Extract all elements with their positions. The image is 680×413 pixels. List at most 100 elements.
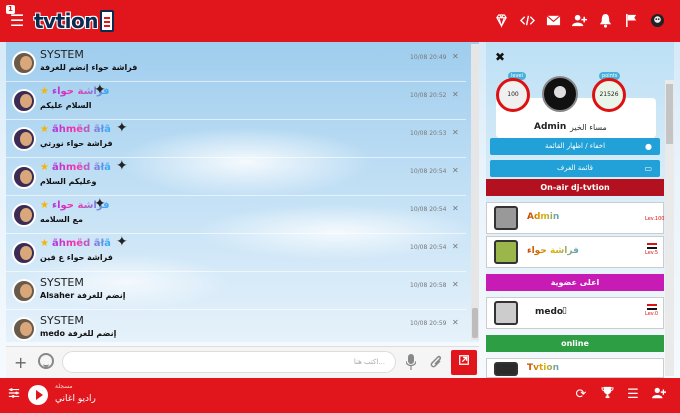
- flag-icon: [647, 243, 657, 249]
- list-icon[interactable]: ☰: [620, 386, 646, 404]
- message-username[interactable]: SYSTEM: [40, 276, 84, 289]
- refresh-icon[interactable]: ⟳: [568, 386, 594, 404]
- user-name: Tvtion: [527, 363, 559, 373]
- emoji-icon[interactable]: [38, 353, 54, 369]
- message-time: 10/08 20:49: [410, 54, 447, 61]
- scrollbar-thumb[interactable]: [472, 308, 478, 338]
- logo-text: tvtion: [34, 9, 99, 33]
- delete-icon[interactable]: ✕: [452, 52, 459, 61]
- wings-icon: ✦: [116, 234, 128, 250]
- wings-icon: ✦: [94, 82, 106, 98]
- onair-user-card[interactable]: فراشة حواء Lev.5: [486, 236, 664, 268]
- user-icon: ●: [645, 142, 652, 151]
- user-rank: Lev.0: [645, 311, 659, 317]
- message-username[interactable]: SYSTEM: [40, 48, 84, 61]
- avatar[interactable]: [12, 203, 36, 227]
- user-rank: Lev.5: [645, 250, 659, 256]
- online-user-card[interactable]: Tvtion: [486, 358, 664, 378]
- message-text: فراشة حواء ع فين: [40, 253, 113, 262]
- message-time: 10/08 20:54: [410, 206, 447, 213]
- message-text: medo إنضم للغرفة: [40, 329, 117, 338]
- bell-icon[interactable]: [592, 11, 618, 31]
- chat-message: SYSTEM فراشة حواء إنضم للغرفة 10/08 20:4…: [6, 44, 466, 82]
- send-button[interactable]: [451, 350, 477, 375]
- delete-icon[interactable]: ✕: [452, 318, 459, 327]
- profile-avatar[interactable]: [542, 76, 578, 112]
- delete-icon[interactable]: ✕: [452, 128, 459, 137]
- code-icon[interactable]: [514, 11, 540, 31]
- mobile-icon: ▯: [562, 306, 567, 316]
- panel-scrollbar[interactable]: [665, 80, 674, 376]
- chat-scrollbar[interactable]: [471, 44, 479, 340]
- chat-message: ★ ãhmëd ãłã ✦ فراشة حواء نورتي 10/08 20:…: [6, 120, 466, 158]
- message-text: مع السلامه: [40, 215, 83, 224]
- play-button[interactable]: [28, 385, 48, 405]
- logo: tvtion: [34, 9, 114, 33]
- avatar[interactable]: [12, 165, 36, 189]
- flag-icon: [647, 304, 657, 310]
- message-text: Alsaher إنضم للغرفة: [40, 291, 126, 300]
- rooms-list-label: قائمة الغرف: [556, 164, 594, 172]
- profile-greeting: مساء الخير: [570, 123, 607, 132]
- trophy-icon[interactable]: [594, 386, 620, 404]
- close-icon[interactable]: ✖: [495, 50, 505, 64]
- tablet-icon: [100, 10, 114, 32]
- avatar[interactable]: [12, 51, 36, 75]
- delete-icon[interactable]: ✕: [452, 166, 459, 175]
- delete-icon[interactable]: ✕: [452, 280, 459, 289]
- flag-icon[interactable]: [618, 11, 644, 31]
- wings-icon: ✦: [116, 120, 128, 136]
- monitor-icon: ▭: [644, 164, 652, 173]
- scrollbar-thumb[interactable]: [666, 84, 673, 144]
- avatar[interactable]: [12, 127, 36, 151]
- attachment-icon[interactable]: [429, 354, 443, 374]
- avatar: [494, 362, 518, 376]
- message-text: وعليكم السلام: [40, 177, 97, 186]
- avatar[interactable]: [12, 241, 36, 265]
- avatar: [494, 206, 518, 230]
- message-text: فراشة حواء إنضم للغرفة: [40, 63, 138, 72]
- avatar[interactable]: [12, 89, 36, 113]
- notification-badge: 1: [6, 5, 15, 14]
- message-text: فراشة حواء نورتي: [40, 139, 113, 148]
- diamond-icon[interactable]: [488, 11, 514, 31]
- delete-icon[interactable]: ✕: [452, 90, 459, 99]
- plus-icon[interactable]: +: [14, 353, 27, 372]
- microphone-icon[interactable]: [405, 354, 417, 370]
- message-time: 10/08 20:58: [410, 282, 447, 289]
- mail-icon[interactable]: [540, 11, 566, 31]
- user-name: Admin: [527, 212, 560, 222]
- toggle-list-label: اخفاء / اظهار القائمة: [544, 142, 606, 150]
- bottom-icons: ⟳ ☰: [568, 386, 672, 404]
- equalizer-icon[interactable]: [8, 387, 22, 401]
- toggle-list-button[interactable]: اخفاء / اظهار القائمة ●: [490, 138, 660, 155]
- chat-message: SYSTEM Alsaher إنضم للغرفة 10/08 20:58 ✕: [6, 272, 466, 310]
- wings-icon: ✦: [94, 196, 106, 212]
- chat-message: ★ ãhmëd ãłã ✦ وعليكم السلام 10/08 20:54 …: [6, 158, 466, 196]
- member-user-card[interactable]: medo ▯ Lev.0: [486, 297, 664, 329]
- avatar: [494, 240, 518, 264]
- level-badge: 100: [496, 78, 530, 112]
- delete-icon[interactable]: ✕: [452, 204, 459, 213]
- radio-title: مسجلة: [55, 383, 73, 390]
- message-username[interactable]: ãhmëd ãłã: [40, 124, 111, 135]
- user-rank: Lev.100: [645, 216, 665, 222]
- profile-name: Admin: [534, 122, 567, 132]
- add-friend-icon[interactable]: [566, 11, 592, 31]
- message-input[interactable]: [62, 351, 396, 373]
- onair-user-card[interactable]: Admin Lev.100: [486, 202, 664, 234]
- message-username[interactable]: ãhmëd ãłã: [40, 238, 111, 249]
- user-avatar[interactable]: [644, 11, 670, 31]
- avatar: [494, 301, 518, 325]
- message-time: 10/08 20:53: [410, 130, 447, 137]
- online-section-header: online: [486, 335, 664, 352]
- radio-name: راديو اغاني: [55, 394, 96, 404]
- avatar[interactable]: [12, 317, 36, 341]
- rooms-list-button[interactable]: قائمة الغرف ▭: [490, 160, 660, 177]
- add-user-icon[interactable]: [646, 386, 672, 404]
- avatar[interactable]: [12, 279, 36, 303]
- message-username[interactable]: SYSTEM: [40, 314, 84, 327]
- message-time: 10/08 20:54: [410, 244, 447, 251]
- message-username[interactable]: ãhmëd ãłã: [40, 162, 111, 173]
- delete-icon[interactable]: ✕: [452, 242, 459, 251]
